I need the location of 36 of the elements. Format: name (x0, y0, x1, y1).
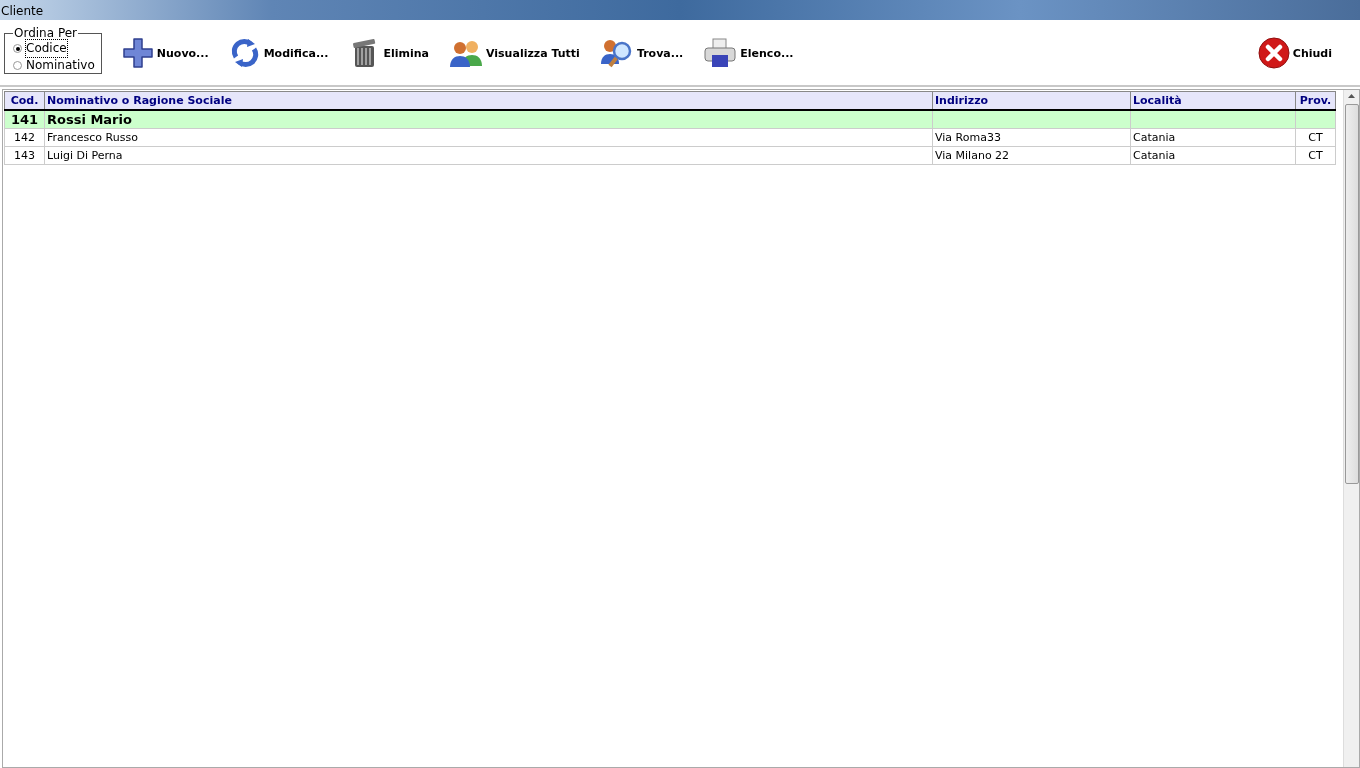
scroll-thumb[interactable] (1344, 104, 1359, 484)
radio-label[interactable]: Nominativo (26, 57, 95, 74)
radio-button[interactable] (13, 61, 22, 70)
table-cell: Catania (1130, 146, 1296, 165)
table-cell: 143 (4, 146, 45, 165)
printer-icon (703, 37, 738, 69)
table-cell: CT (1295, 128, 1336, 147)
table-cell: Francesco Russo (44, 128, 933, 147)
table-cell: Via Roma33 (932, 128, 1131, 147)
close-button[interactable]: Chiudi (1257, 37, 1332, 69)
user-magnifier-icon (599, 37, 634, 69)
scrollbar[interactable] (1343, 90, 1359, 767)
column-header[interactable]: Nominativo o Ragione Sociale (44, 91, 933, 110)
table-cell: Via Milano 22 (932, 146, 1131, 165)
column-header[interactable]: Località (1130, 91, 1296, 110)
table-cell: CT (1295, 146, 1336, 165)
radio-button[interactable] (13, 44, 22, 53)
toolbar-button[interactable]: Trova... (599, 37, 684, 69)
column-header[interactable]: Indirizzo (932, 91, 1131, 110)
table-cell: Catania (1130, 128, 1296, 147)
toolbar-button[interactable]: Nuovo... (121, 37, 209, 69)
radio-label[interactable]: Codice (26, 40, 67, 57)
scroll-up-icon[interactable] (1348, 94, 1355, 98)
window-title: Cliente (0, 3, 44, 20)
table-cell: Luigi Di Perna (44, 146, 933, 165)
group-title: Ordina Per (13, 26, 79, 40)
toolbar-button[interactable]: Visualizza Tutti (449, 38, 580, 68)
column-header[interactable]: Cod. (4, 91, 45, 110)
toolbar-button[interactable]: Modifica... (228, 37, 329, 69)
close-icon (1257, 37, 1290, 69)
users-icon (449, 38, 483, 68)
table-cell: 142 (4, 128, 45, 147)
toolbar-button[interactable]: Elimina (348, 37, 429, 69)
toolbar-button[interactable]: Elenco... (703, 37, 794, 69)
plus-icon (121, 37, 154, 69)
column-header[interactable]: Prov. (1295, 91, 1336, 110)
